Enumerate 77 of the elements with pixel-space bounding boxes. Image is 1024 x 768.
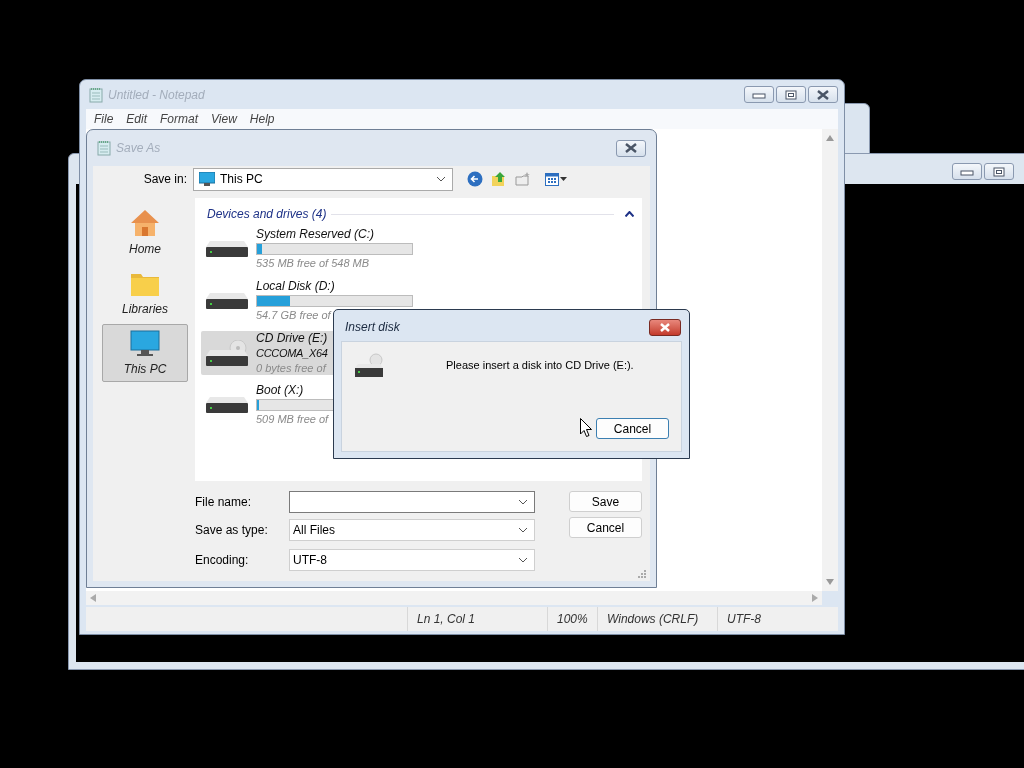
status-text: Ln 1, Col 1 (417, 611, 476, 628)
save-in-label: Save in: (142, 171, 188, 188)
close-button[interactable] (808, 86, 838, 103)
drive-item[interactable]: Local Disk (D:) 54.7 GB free of (201, 279, 441, 323)
volume-label: CCCOMA_X64 (256, 345, 328, 361)
new-folder-icon (515, 171, 531, 187)
drive-name: CD Drive (E:) (256, 330, 328, 346)
optical-drive-icon (355, 352, 383, 378)
notepad-icon (89, 86, 103, 103)
monitor-icon (129, 328, 161, 358)
dialog-title: Save As (116, 140, 162, 157)
menu-item[interactable]: File (94, 110, 114, 128)
chevron-down-icon (518, 557, 528, 563)
close-icon (659, 322, 671, 332)
hard-drive-icon (206, 397, 248, 413)
grid-view-icon (545, 172, 559, 186)
free-space-text: 535 MB free of 548 MB (256, 256, 370, 271)
horizontal-scrollbar[interactable] (86, 591, 822, 605)
drive-item[interactable]: System Reserved (C:) 535 MB free of 548 MB (201, 227, 441, 271)
status-text: 100% (557, 611, 588, 628)
nav-item[interactable]: This PC (102, 324, 188, 382)
maximize-icon (992, 166, 1006, 177)
cancel-button[interactable]: Cancel (569, 517, 642, 538)
nav-item[interactable]: Libraries (102, 264, 188, 322)
file-name-field[interactable] (289, 491, 535, 513)
chevron-down-icon (436, 176, 446, 182)
home-icon (129, 208, 161, 238)
menu-item[interactable]: Edit (126, 110, 148, 128)
close-icon (816, 89, 830, 100)
dropdown-arrow-icon (560, 177, 567, 181)
vertical-scrollbar[interactable] (822, 129, 838, 591)
view-menu-button[interactable] (545, 170, 567, 188)
dropdown-field[interactable]: UTF-8 (289, 549, 535, 571)
hard-drive-icon (206, 241, 248, 257)
chevron-down-icon (518, 527, 528, 533)
hard-drive-icon (206, 293, 248, 309)
back-button[interactable] (467, 170, 485, 188)
save-button[interactable]: Save (569, 491, 642, 512)
dialog-icon (97, 140, 111, 156)
status-text: UTF-8 (727, 611, 761, 628)
monitor-icon (199, 172, 215, 186)
dialog-message: Please insert a disk into CD Drive (E:). (446, 358, 634, 373)
free-space-text: 54.7 GB free of (256, 308, 331, 323)
dropdown-field[interactable]: All Files (289, 519, 535, 541)
window-title: Untitled - Notepad (108, 86, 206, 104)
scroll-up-icon (826, 135, 834, 141)
close-button[interactable] (616, 139, 646, 157)
scroll-right-icon (812, 594, 818, 602)
maximize-button[interactable] (776, 86, 806, 103)
status-text: Windows (CRLF) (607, 611, 699, 628)
save-in-dropdown[interactable]: This PC (193, 167, 453, 191)
field-label: Save as type: (195, 522, 269, 539)
scroll-down-icon (826, 579, 834, 585)
field-label: File name: (195, 494, 253, 511)
resize-grip-icon (638, 570, 646, 578)
cancel-button[interactable]: Cancel (596, 418, 669, 439)
drive-name: Local Disk (D:) (256, 279, 336, 294)
dialog-title: Insert disk (345, 321, 401, 333)
scroll-left-icon (90, 594, 96, 602)
free-space-text: 509 MB free of (256, 412, 329, 427)
chevron-down-icon (518, 499, 528, 505)
folder-up-icon (491, 171, 507, 187)
group-header[interactable]: Devices and drives (4) (207, 205, 327, 223)
nav-item[interactable]: Home (102, 204, 188, 262)
optical-drive-icon (206, 340, 248, 366)
field-label: Encoding: (195, 552, 250, 569)
menu-item[interactable]: Format (160, 110, 199, 128)
drive-name: Boot (X:) (256, 383, 305, 398)
menu-item[interactable]: Help (249, 110, 275, 128)
maximize-icon (784, 89, 798, 100)
menu-item[interactable]: View (211, 110, 237, 128)
maximize-button[interactable] (984, 163, 1014, 180)
drive-name: System Reserved (C:) (256, 227, 376, 242)
close-icon (624, 143, 638, 153)
mouse-cursor-icon (580, 418, 593, 438)
close-button[interactable] (649, 318, 681, 336)
free-space-text: 0 bytes free of (256, 360, 326, 376)
